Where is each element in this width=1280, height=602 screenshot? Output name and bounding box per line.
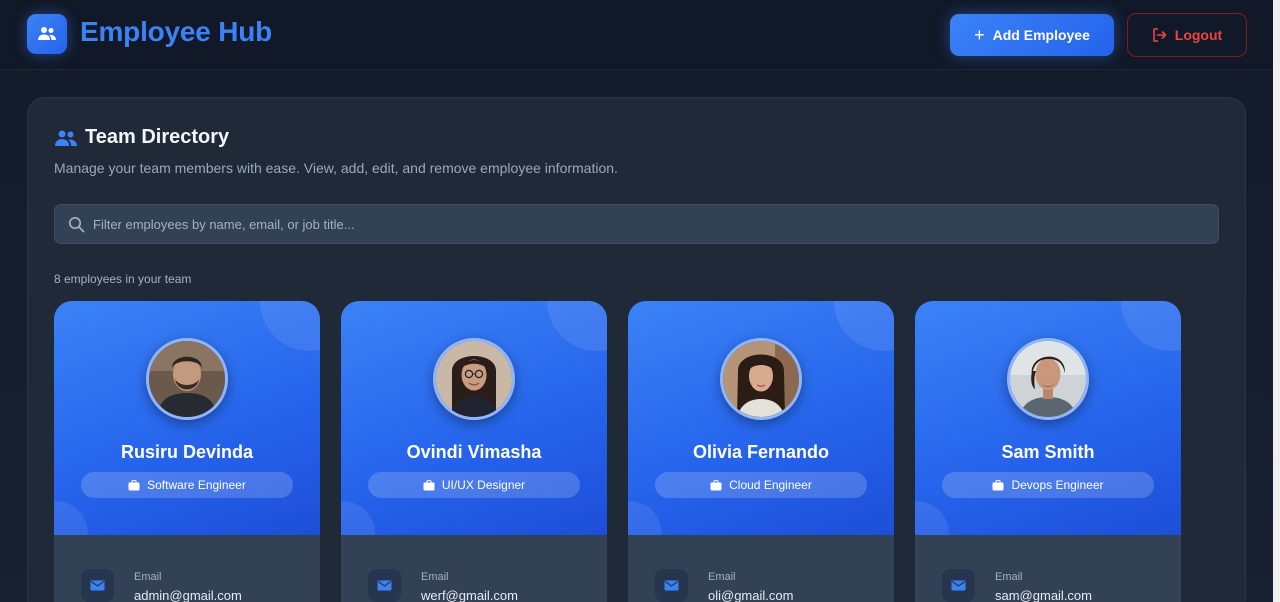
avatar: [433, 338, 515, 420]
mail-icon: [664, 580, 679, 591]
decorative-circle: [915, 501, 949, 535]
role-label: Cloud Engineer: [729, 478, 812, 492]
mail-icon: [951, 580, 966, 591]
role-label: Software Engineer: [147, 478, 246, 492]
logout-button[interactable]: Logout: [1127, 13, 1247, 57]
email-label: Email: [421, 571, 449, 583]
briefcase-icon: [128, 479, 140, 490]
card-header: Olivia Fernando Cloud Engineer: [628, 301, 894, 535]
email-label: Email: [995, 571, 1023, 583]
role-badge: Software Engineer: [81, 472, 293, 498]
employee-name: Rusiru Devinda: [120, 442, 254, 462]
email-value: werf@gmail.com: [421, 588, 518, 602]
avatar: [1007, 338, 1089, 420]
brand-logo: [27, 14, 67, 54]
logout-label: Logout: [1174, 27, 1223, 43]
add-employee-button[interactable]: + Add Employee: [950, 14, 1114, 56]
employee-name: Ovindi Vimasha: [406, 442, 542, 462]
employee-count: 8 employees in your team: [54, 272, 192, 286]
section-subtitle: Manage your team members with ease. View…: [54, 160, 618, 176]
add-employee-label: Add Employee: [992, 27, 1090, 43]
role-badge: Devops Engineer: [942, 472, 1154, 498]
card-header: Ovindi Vimasha UI/UX Designer: [341, 301, 607, 535]
top-bar: Employee Hub + Add Employee Logout: [0, 0, 1273, 70]
employee-name: Sam Smith: [1001, 442, 1095, 462]
team-icon: [55, 130, 77, 146]
employee-name: Olivia Fernando: [692, 442, 830, 462]
plus-icon: +: [974, 25, 985, 45]
mail-icon: [377, 580, 392, 591]
search-input[interactable]: [93, 205, 1203, 243]
page-scrollbar[interactable]: [1273, 0, 1280, 602]
email-label: Email: [708, 571, 736, 583]
decorative-circle: [834, 301, 894, 351]
email-value: admin@gmail.com: [134, 588, 242, 602]
email-icon-box: [942, 569, 975, 602]
search-icon: [68, 216, 85, 233]
card-header: Rusiru Devinda Software Engineer: [54, 301, 320, 535]
decorative-circle: [260, 301, 320, 351]
mail-icon: [90, 580, 105, 591]
decorative-circle: [547, 301, 607, 351]
email-icon-box: [655, 569, 688, 602]
briefcase-icon: [710, 479, 722, 490]
app-title: Employee Hub: [80, 16, 273, 47]
email-icon-box: [81, 569, 114, 602]
users-icon: [38, 27, 56, 40]
email-label: Email: [134, 571, 162, 583]
section-title: Team Directory: [85, 126, 230, 148]
briefcase-icon: [423, 479, 435, 490]
role-label: UI/UX Designer: [441, 478, 526, 492]
decorative-circle: [1121, 301, 1181, 351]
role-label: Devops Engineer: [1011, 478, 1104, 492]
email-icon-box: [368, 569, 401, 602]
role-badge: UI/UX Designer: [368, 472, 580, 498]
employee-card[interactable]: Ovindi Vimasha UI/UX Designer Email werf…: [341, 301, 607, 602]
briefcase-icon: [992, 479, 1004, 490]
decorative-circle: [54, 501, 88, 535]
logout-icon: [1152, 28, 1167, 42]
employee-card[interactable]: Sam Smith Devops Engineer Email sam@gmai…: [915, 301, 1181, 602]
search-bar: [54, 204, 1219, 244]
card-header: Sam Smith Devops Engineer: [915, 301, 1181, 535]
email-value: sam@gmail.com: [995, 588, 1092, 602]
role-badge: Cloud Engineer: [655, 472, 867, 498]
employee-card[interactable]: Rusiru Devinda Software Engineer Email a…: [54, 301, 320, 602]
decorative-circle: [341, 501, 375, 535]
employee-card[interactable]: Olivia Fernando Cloud Engineer Email oli…: [628, 301, 894, 602]
avatar: [146, 338, 228, 420]
email-value: oli@gmail.com: [708, 588, 794, 602]
avatar: [720, 338, 802, 420]
decorative-circle: [628, 501, 662, 535]
